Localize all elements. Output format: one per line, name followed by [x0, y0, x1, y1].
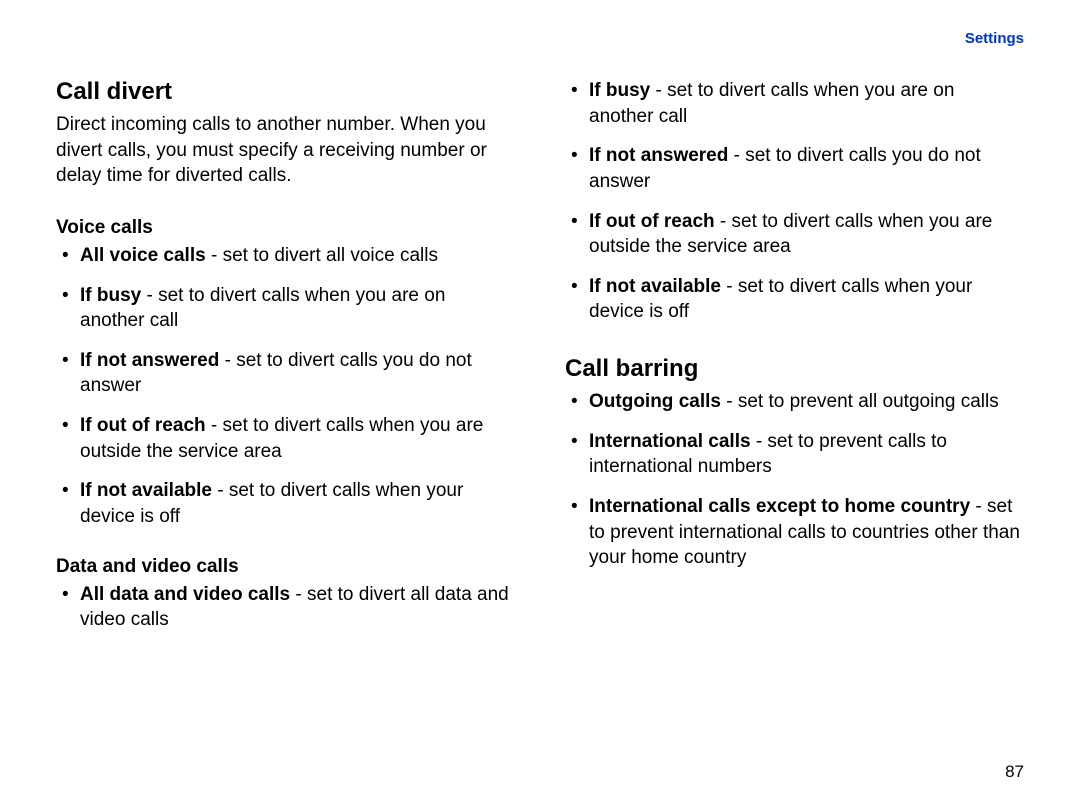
subheading-data-video-calls: Data and video calls	[56, 556, 515, 578]
option-label: If not answered	[589, 145, 728, 166]
page-number: 87	[1005, 762, 1024, 782]
option-desc: - set to divert all voice calls	[206, 245, 438, 266]
list-item: Outgoing calls - set to prevent all outg…	[565, 389, 1024, 415]
right-column: If busy - set to divert calls when you a…	[565, 78, 1024, 647]
document-page: Settings Call divert Direct incoming cal…	[0, 0, 1080, 810]
call-divert-intro: Direct incoming calls to another number.…	[56, 112, 515, 189]
list-item: All data and video calls - set to divert…	[56, 582, 515, 633]
option-label: If not available	[589, 276, 721, 297]
option-label: If not available	[80, 480, 212, 501]
two-column-layout: Call divert Direct incoming calls to ano…	[56, 30, 1024, 647]
list-item: All voice calls - set to divert all voic…	[56, 243, 515, 269]
list-item: If not answered - set to divert calls yo…	[565, 143, 1024, 194]
option-label: International calls	[589, 431, 751, 452]
heading-call-divert: Call divert	[56, 78, 515, 106]
option-label: If out of reach	[589, 211, 715, 232]
list-item: If busy - set to divert calls when you a…	[565, 78, 1024, 129]
heading-call-barring: Call barring	[565, 355, 1024, 383]
list-item: If out of reach - set to divert calls wh…	[56, 413, 515, 464]
option-desc: - set to prevent all outgoing calls	[721, 391, 999, 412]
subheading-voice-calls: Voice calls	[56, 217, 515, 239]
option-label: If busy	[589, 80, 650, 101]
call-barring-list: Outgoing calls - set to prevent all outg…	[565, 389, 1024, 571]
option-label: If not answered	[80, 350, 219, 371]
list-item: If busy - set to divert calls when you a…	[56, 283, 515, 334]
list-item: If out of reach - set to divert calls wh…	[565, 209, 1024, 260]
data-video-calls-list-continued: If busy - set to divert calls when you a…	[565, 78, 1024, 325]
voice-calls-list: All voice calls - set to divert all voic…	[56, 243, 515, 530]
header-section-link[interactable]: Settings	[965, 30, 1024, 47]
list-item: If not available - set to divert calls w…	[565, 274, 1024, 325]
option-label: All data and video calls	[80, 584, 290, 605]
list-item: International calls except to home count…	[565, 494, 1024, 571]
list-item: If not available - set to divert calls w…	[56, 478, 515, 529]
option-label: If out of reach	[80, 415, 206, 436]
option-label: All voice calls	[80, 245, 206, 266]
option-label: International calls except to home count…	[589, 496, 970, 517]
list-item: If not answered - set to divert calls yo…	[56, 348, 515, 399]
option-label: If busy	[80, 285, 141, 306]
data-video-calls-list: All data and video calls - set to divert…	[56, 582, 515, 633]
option-label: Outgoing calls	[589, 391, 721, 412]
list-item: International calls - set to prevent cal…	[565, 429, 1024, 480]
left-column: Call divert Direct incoming calls to ano…	[56, 78, 515, 647]
